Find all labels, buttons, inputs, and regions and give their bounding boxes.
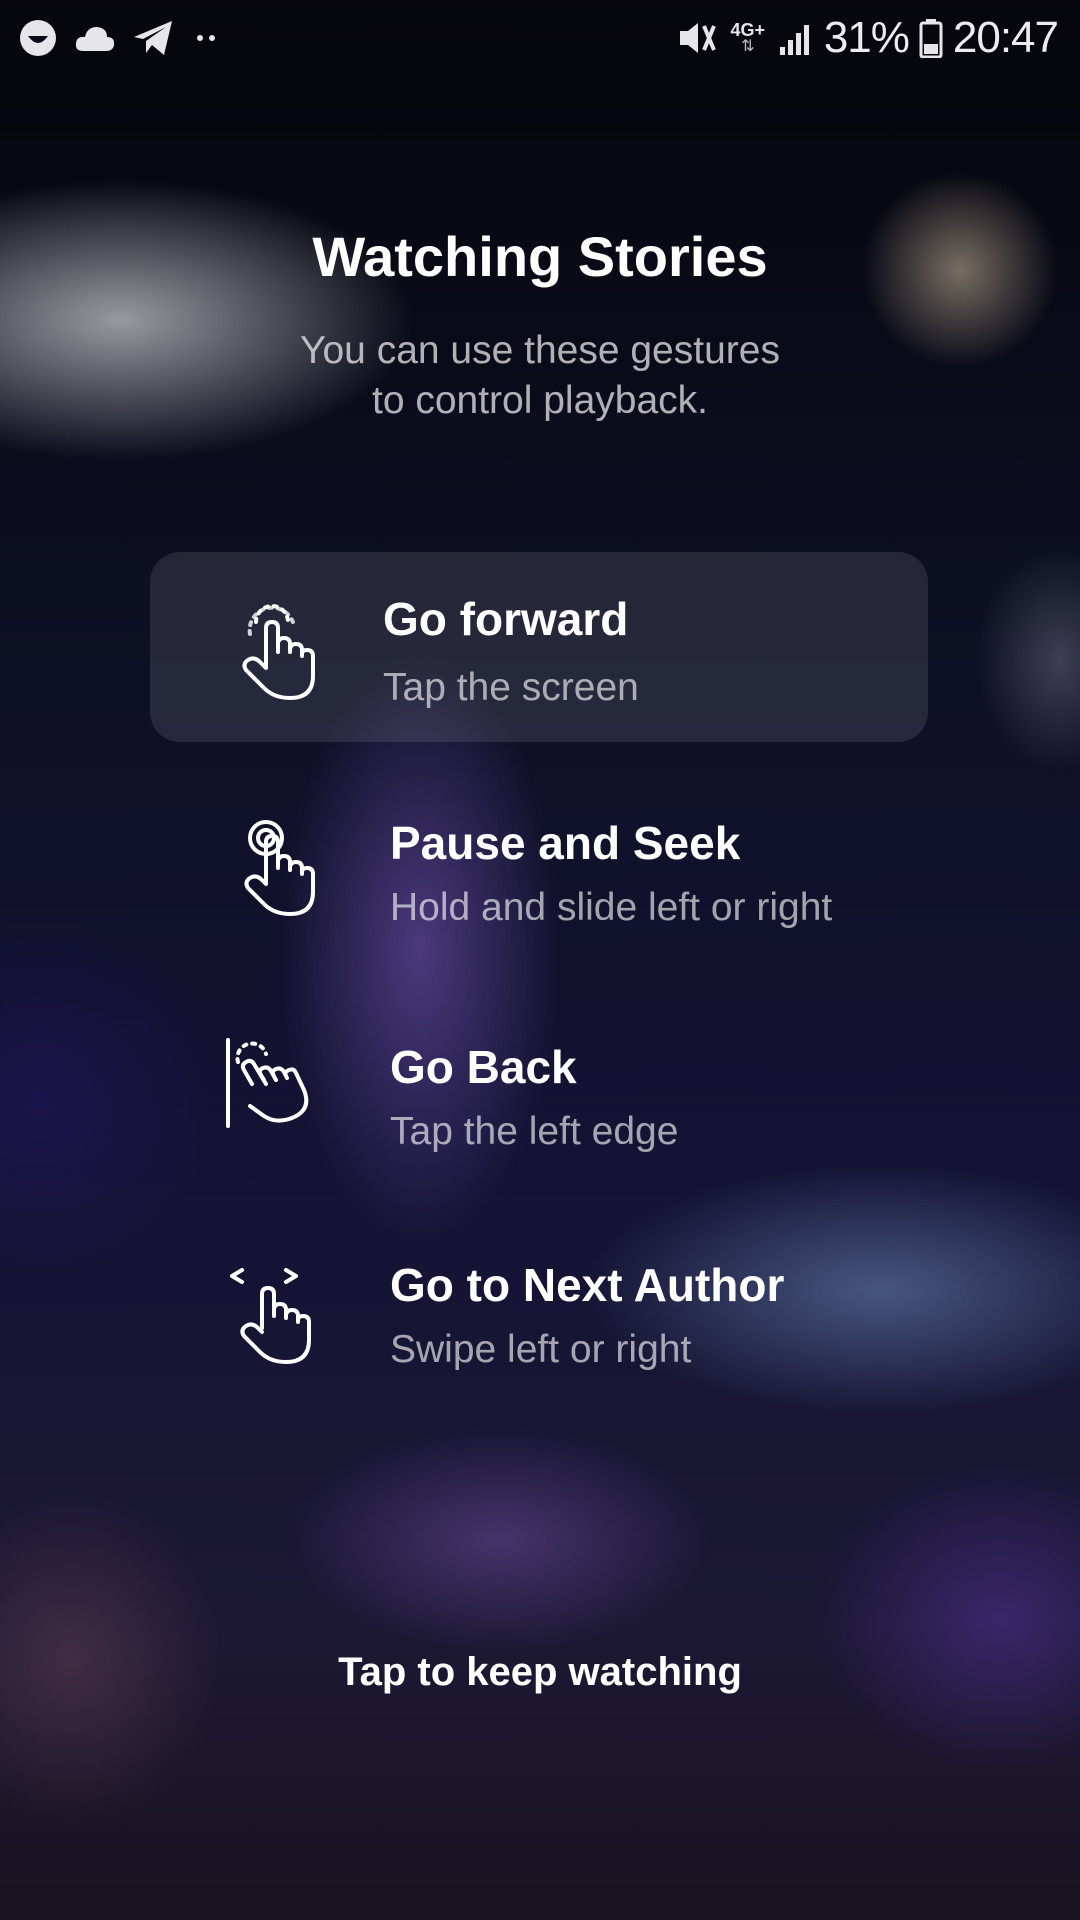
- gesture-title: Go to Next Author: [390, 1259, 785, 1311]
- keep-watching-button[interactable]: Tap to keep watching: [0, 1650, 1080, 1695]
- status-bar-notifications: [18, 14, 226, 62]
- gesture-subtitle: Tap the screen: [383, 666, 639, 709]
- clock-time: 20:47: [952, 13, 1059, 62]
- swipe-hand-icon: [228, 1266, 338, 1376]
- gesture-subtitle: Tap the left edge: [390, 1110, 679, 1153]
- battery-percent: 31%: [823, 13, 910, 62]
- cloud-icon: [74, 23, 116, 53]
- gesture-subtitle: Swipe left or right: [390, 1328, 692, 1371]
- story-tutorial-screen[interactable]: 4G+ ⇅ 31% 20:47 Watching Stories You can…: [0, 0, 1080, 1920]
- smiley-icon: [18, 18, 58, 58]
- tap-left-edge-icon: [224, 1038, 334, 1148]
- subtitle-line-2: to control playback.: [371, 379, 708, 422]
- network-4g-icon: 4G+ ⇅: [730, 20, 766, 55]
- gesture-title: Go Back: [390, 1041, 577, 1093]
- more-dots-icon: [190, 28, 226, 48]
- status-bar: 4G+ ⇅ 31% 20:47: [0, 0, 1080, 76]
- subtitle-line-1: You can use these gestures: [300, 329, 780, 372]
- battery-icon: [919, 18, 943, 58]
- gesture-subtitle: Hold and slide left or right: [390, 886, 833, 929]
- page-title: Watching Stories: [312, 225, 768, 288]
- gesture-go-forward: Go forward Tap the screen: [150, 552, 928, 742]
- gesture-title: Go forward: [383, 593, 629, 645]
- telegram-icon: [132, 19, 174, 57]
- gesture-go-to-next-author: Go to Next Author Swipe left or right: [150, 1220, 928, 1410]
- status-bar-system: 4G+ ⇅ 31% 20:47: [674, 12, 1059, 64]
- network-type-label: 4G+: [730, 20, 766, 40]
- tap-hand-icon: [230, 592, 340, 702]
- gesture-title: Pause and Seek: [390, 817, 741, 869]
- vibrate-mute-icon: [674, 18, 718, 58]
- page-subtitle: You can use these gestures to control pl…: [240, 326, 840, 426]
- signal-icon: [778, 21, 814, 55]
- gesture-pause-and-seek: Pause and Seek Hold and slide left or ri…: [150, 776, 928, 966]
- gesture-go-back: Go Back Tap the left edge: [150, 998, 928, 1188]
- hold-hand-icon: [240, 816, 350, 926]
